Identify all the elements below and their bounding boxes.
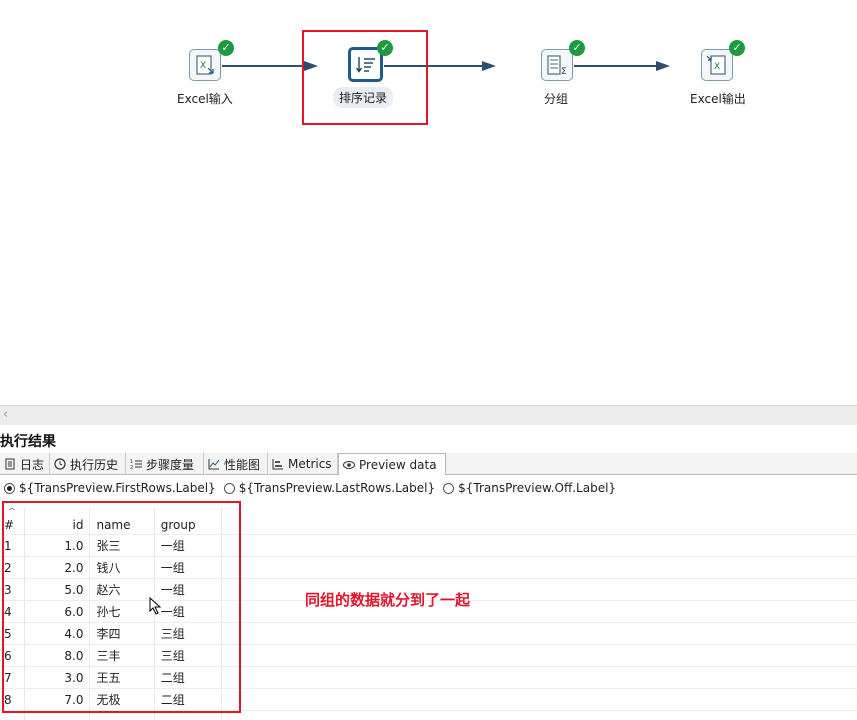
- tab-label: 日志: [20, 457, 45, 472]
- highlight-box-table: [2, 501, 241, 713]
- history-icon: [54, 458, 66, 470]
- performance-graph-icon: [208, 459, 220, 470]
- tab-step-metrics[interactable]: 12 步骤度量: [126, 453, 204, 475]
- success-check-icon: ✓: [569, 40, 585, 56]
- svg-text:Σ: Σ: [561, 67, 567, 76]
- excel-output-icon: X: [706, 55, 726, 75]
- svg-text:X: X: [200, 61, 206, 71]
- hop-group-to-excel-output[interactable]: [574, 65, 666, 67]
- tab-label: 步骤度量: [146, 457, 195, 472]
- row-filler: [221, 534, 857, 557]
- row-filler: [221, 644, 857, 667]
- transformation-canvas[interactable]: X ✓ Excel输入 ✓ 排序记录 Σ ✓ 分组 X ✓ Excel输出: [0, 0, 857, 405]
- tab-preview-data[interactable]: Preview data: [338, 453, 446, 475]
- step-metrics-icon: 12: [130, 459, 142, 470]
- step-label-excel-output: Excel输出: [690, 92, 746, 106]
- success-check-icon: ✓: [729, 40, 745, 56]
- row-filler: [221, 556, 857, 579]
- radio-off[interactable]: ${TransPreview.Off.Label}: [443, 481, 616, 495]
- tab-label: Metrics: [288, 457, 332, 471]
- preview-mode-options: ${TransPreview.FirstRows.Label} ${TransP…: [0, 478, 857, 498]
- log-icon: [5, 458, 15, 470]
- radio-label: ${TransPreview.Off.Label}: [458, 481, 617, 495]
- group-by-icon: Σ: [547, 55, 567, 76]
- empty-cell: [221, 710, 857, 720]
- radio-first-rows[interactable]: ${TransPreview.FirstRows.Label}: [4, 481, 216, 495]
- mouse-cursor-icon: [149, 597, 162, 615]
- hop-excel-input-to-sort[interactable]: [222, 65, 314, 67]
- tab-history[interactable]: 执行历史: [50, 453, 126, 475]
- step-label-excel-input: Excel输入: [177, 92, 233, 106]
- tab-label: 性能图: [224, 457, 261, 472]
- tab-performance-graph[interactable]: 性能图: [204, 453, 268, 475]
- radio-last-rows[interactable]: ${TransPreview.LastRows.Label}: [223, 481, 436, 495]
- radio-indicator[interactable]: [443, 482, 455, 494]
- hop-arrow-icon: [482, 61, 496, 71]
- annotation-text: 同组的数据就分到了一起: [305, 591, 471, 609]
- excel-input-icon: X: [196, 55, 214, 75]
- tab-log[interactable]: 日志: [0, 453, 50, 475]
- results-tab-bar: 日志 执行历史 12 步骤度量 性能图 Metrics Preview data: [0, 453, 857, 475]
- column-filler: [221, 508, 857, 535]
- eye-icon: [343, 460, 355, 469]
- svg-text:2: 2: [130, 465, 133, 470]
- hop-arrow-icon: [656, 61, 670, 71]
- row-filler: [221, 688, 857, 711]
- radio-selected-indicator[interactable]: [4, 482, 15, 494]
- radio-label: ${TransPreview.FirstRows.Label}: [19, 481, 216, 495]
- step-group-by[interactable]: Σ: [541, 49, 573, 81]
- row-filler: [221, 622, 857, 645]
- results-panel-title: 执行结果: [0, 434, 56, 450]
- success-check-icon: ✓: [218, 40, 234, 56]
- row-filler: [221, 666, 857, 689]
- canvas-horizontal-scrollbar[interactable]: ‹: [0, 405, 857, 425]
- radio-indicator[interactable]: [223, 482, 235, 494]
- step-label-group-by: 分组: [544, 92, 569, 106]
- scroll-left-icon[interactable]: ‹: [3, 407, 8, 422]
- tab-metrics[interactable]: Metrics: [268, 453, 338, 475]
- tab-label: 执行历史: [70, 457, 119, 472]
- metrics-icon: [272, 459, 283, 470]
- tab-label: Preview data: [359, 457, 437, 472]
- radio-label: ${TransPreview.LastRows.Label}: [238, 481, 436, 495]
- step-excel-input[interactable]: X: [189, 49, 221, 81]
- svg-text:X: X: [714, 62, 720, 72]
- highlight-box-sort-step: [302, 30, 428, 125]
- step-excel-output[interactable]: X: [701, 49, 733, 81]
